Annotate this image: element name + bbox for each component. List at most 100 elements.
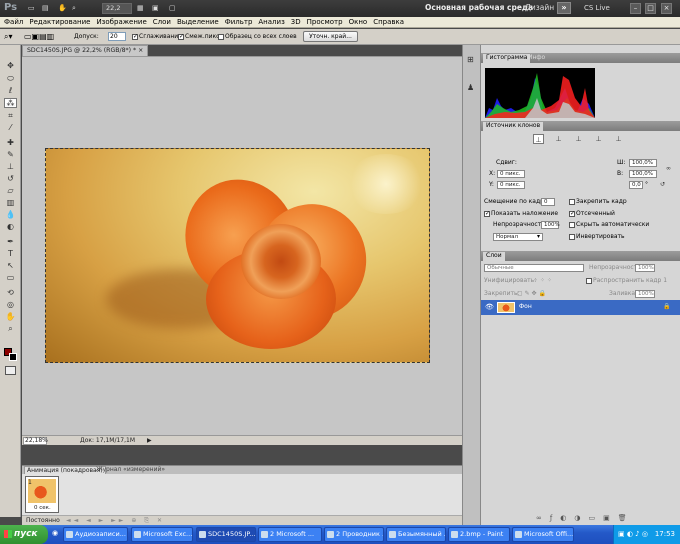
layers-bottom-buttons[interactable]: ∞ƒ◐◑▭▣🗑: [536, 514, 635, 522]
menu-file[interactable]: Файл: [4, 18, 23, 26]
overlay-mode-select[interactable]: Нормал: [493, 233, 543, 241]
unify-icons[interactable]: ⁘ ⁘ ⁘: [533, 277, 552, 285]
gradient-tool-icon[interactable]: ▥: [4, 198, 17, 208]
magic-wand-tool-icon[interactable]: ⁂: [4, 98, 17, 108]
minimize-button[interactable]: –: [630, 3, 641, 14]
offset-x-input[interactable]: 0 пикс.: [497, 170, 525, 178]
tab-info[interactable]: Инфо: [525, 54, 548, 62]
color-panel-icon[interactable]: ⊞: [467, 55, 474, 64]
reset-transform-icon[interactable]: ↺: [657, 180, 668, 190]
clone-source-5-icon[interactable]: ⊥: [613, 134, 624, 144]
workspace-design-button[interactable]: Дизайн: [525, 1, 554, 15]
chevron-down-icon[interactable]: ▾: [537, 233, 540, 241]
status-menu-arrow-icon[interactable]: ▶: [147, 436, 152, 445]
screen-mode-icon[interactable]: ▢: [169, 2, 176, 14]
lock-icons[interactable]: ▢ ✎ ✥ 🔒: [517, 290, 546, 298]
invert-checkbox[interactable]: Инвертировать: [569, 233, 625, 241]
tray-icons[interactable]: ▣ ◐ ♪ ◎: [618, 525, 648, 544]
task-excel[interactable]: Microsoft Exc...: [131, 527, 193, 542]
hand-tool-icon[interactable]: ✋: [58, 2, 67, 14]
history-brush-tool-icon[interactable]: ↺: [4, 174, 17, 184]
tab-measurement-log[interactable]: Журнал «измерений»: [94, 466, 167, 474]
canvas-area[interactable]: [22, 57, 462, 435]
start-button[interactable]: пуск: [0, 525, 48, 544]
healing-brush-tool-icon[interactable]: ✚: [4, 138, 17, 148]
quick-mask-icon[interactable]: [5, 366, 16, 375]
menu-view[interactable]: Просмотр: [307, 18, 343, 26]
blend-mode-select[interactable]: Обычные: [484, 264, 584, 272]
overlay-opacity-input[interactable]: 100%: [541, 221, 560, 229]
task-photoshop[interactable]: SDC1450S.JP...: [196, 527, 256, 542]
task-paint[interactable]: 2.bmp - Paint: [448, 527, 510, 542]
contiguous-checkbox[interactable]: ✓Смеж.пикс.: [178, 32, 221, 42]
lock-frame-checkbox[interactable]: Закрепить кадр: [569, 198, 627, 206]
offset-y-input[interactable]: 0 пикс.: [497, 181, 525, 189]
restore-button[interactable]: □: [645, 3, 656, 14]
zoom-level-field[interactable]: 22,2: [102, 3, 132, 14]
crop-tool-icon[interactable]: ⌗: [4, 111, 17, 121]
type-tool-icon[interactable]: T: [4, 249, 17, 259]
mini-bridge-icon[interactable]: ▤: [42, 2, 49, 14]
close-button[interactable]: ×: [661, 3, 672, 14]
zoom-tool-icon[interactable]: ⌕: [4, 324, 17, 334]
fill-input[interactable]: 100%: [635, 290, 655, 298]
task-microsoft[interactable]: 2 Microsoft ...: [258, 527, 322, 542]
menu-edit[interactable]: Редактирование: [29, 18, 90, 26]
more-workspaces-button[interactable]: »: [557, 2, 571, 14]
background-color-swatch[interactable]: [9, 353, 17, 361]
workspace-essentials-button[interactable]: Основная рабочая среда: [425, 1, 533, 15]
zoom-tool-icon[interactable]: ⌕: [72, 2, 76, 14]
flower-photo-canvas[interactable]: [45, 148, 430, 363]
cs-live-button[interactable]: CS Live: [584, 1, 610, 15]
loop-options-select[interactable]: Постоянно: [26, 516, 60, 525]
show-overlay-checkbox[interactable]: ✓Показать наложение: [484, 210, 558, 218]
quick-launch-icons[interactable]: ◉: [52, 529, 58, 537]
width-scale-input[interactable]: 100,0%: [629, 159, 657, 167]
blur-tool-icon[interactable]: 💧: [4, 210, 17, 220]
tab-layers[interactable]: Слои: [483, 252, 505, 261]
path-selection-tool-icon[interactable]: ↖: [4, 261, 17, 271]
menu-filter[interactable]: Фильтр: [225, 18, 253, 26]
task-explorer[interactable]: 2 Проводник ...: [324, 527, 384, 542]
selection-mode-icons[interactable]: ▭▣▤▥: [24, 32, 54, 42]
height-scale-input[interactable]: 100,0%: [629, 170, 657, 178]
clone-stamp-tool-icon[interactable]: ⊥: [4, 162, 17, 172]
frame-offset-input[interactable]: 0: [541, 198, 555, 206]
view-extras-icon[interactable]: ▦: [137, 2, 144, 14]
3d-orbit-tool-icon[interactable]: ◎: [4, 300, 17, 310]
menu-help[interactable]: Справка: [373, 18, 404, 26]
arrange-documents-icon[interactable]: ▣: [152, 2, 159, 14]
clone-source-4-icon[interactable]: ⊥: [593, 134, 604, 144]
hand-tool-icon[interactable]: ✋: [4, 312, 17, 322]
tool-presets-icon[interactable]: ♟: [467, 83, 474, 92]
refine-edge-button[interactable]: Уточн. край...: [303, 31, 358, 42]
eyedropper-tool-icon[interactable]: ⁄: [4, 123, 17, 133]
clone-source-1-icon[interactable]: ⊥: [533, 134, 544, 144]
auto-hide-checkbox[interactable]: Скрыть автоматически: [569, 221, 649, 229]
bridge-icon[interactable]: ▭: [28, 2, 35, 14]
sample-all-layers-checkbox[interactable]: Образец со всех слоев: [218, 32, 297, 42]
menu-layers[interactable]: Слои: [153, 18, 171, 26]
layer-name[interactable]: Фон: [519, 303, 532, 311]
task-untitled[interactable]: Безымянный ...: [386, 527, 446, 542]
magic-wand-preset-icon[interactable]: ⌕▾: [4, 32, 13, 42]
clone-source-2-icon[interactable]: ⊥: [553, 134, 564, 144]
close-tab-icon[interactable]: ×: [138, 47, 143, 54]
move-tool-icon[interactable]: ✥: [4, 61, 17, 71]
clipped-checkbox[interactable]: ✓Отсеченный: [569, 210, 615, 218]
menu-3d[interactable]: 3D: [291, 18, 301, 26]
menu-window[interactable]: Окно: [349, 18, 368, 26]
tolerance-input[interactable]: 20: [108, 32, 126, 41]
brush-tool-icon[interactable]: ✎: [4, 150, 17, 160]
status-zoom-field[interactable]: 22,18%: [23, 437, 48, 445]
marquee-tool-icon[interactable]: ⬭: [4, 74, 17, 84]
pen-tool-icon[interactable]: ✒: [4, 237, 17, 247]
frame-delay[interactable]: 0 сек.: [34, 505, 51, 511]
layer-opacity-input[interactable]: 100%: [635, 264, 655, 272]
tab-clone-source[interactable]: Источник клонов: [483, 122, 544, 131]
menu-select[interactable]: Выделение: [177, 18, 219, 26]
document-tab[interactable]: SDC1450S.JPG @ 22,2% (RGB/8*) * ×: [22, 45, 148, 56]
3d-rotate-tool-icon[interactable]: ⟲: [4, 288, 17, 298]
lasso-tool-icon[interactable]: ℓ: [4, 86, 17, 96]
eye-icon[interactable]: 👁: [485, 303, 494, 311]
